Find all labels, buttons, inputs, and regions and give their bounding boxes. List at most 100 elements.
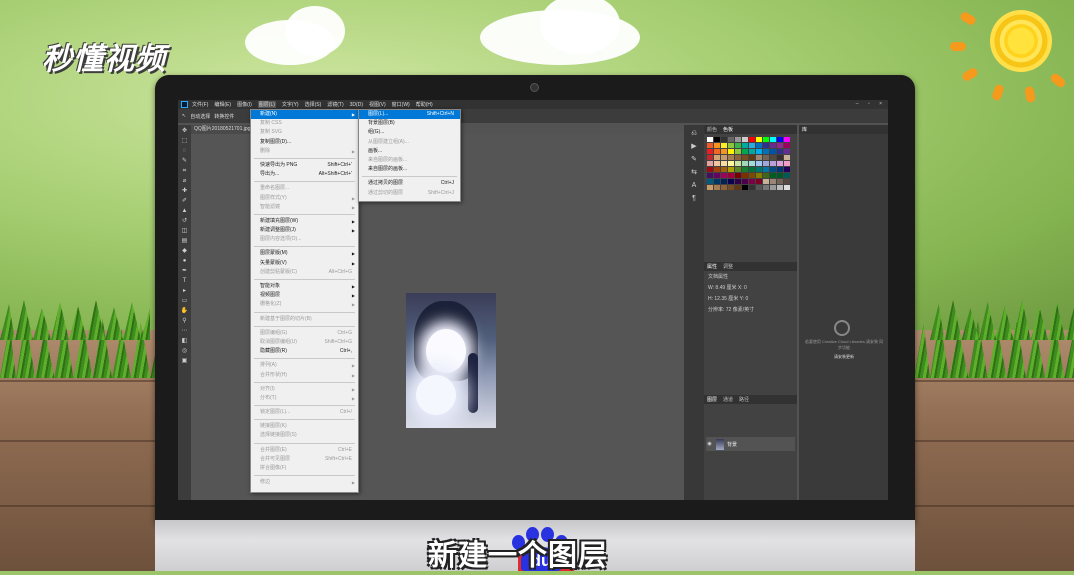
color-swatch[interactable]	[714, 179, 720, 184]
color-swatch[interactable]	[721, 173, 727, 178]
color-swatch[interactable]	[707, 185, 713, 190]
menu-edit[interactable]: 编辑(E)	[214, 101, 231, 108]
color-swatch[interactable]	[735, 173, 741, 178]
color-swatch[interactable]	[756, 179, 762, 184]
menu-filter[interactable]: 滤镜(T)	[327, 101, 343, 108]
color-swatch[interactable]	[742, 167, 748, 172]
color-swatch[interactable]	[728, 143, 734, 148]
window-controls[interactable]: ‒ ▫ ×	[856, 101, 886, 107]
color-swatch[interactable]	[777, 137, 783, 142]
color-swatch[interactable]	[721, 137, 727, 142]
dodge-tool-icon[interactable]: ●	[180, 258, 189, 265]
menu-view[interactable]: 视图(V)	[369, 101, 386, 108]
color-swatch[interactable]	[728, 167, 734, 172]
color-swatch[interactable]	[777, 143, 783, 148]
type-tool-icon[interactable]: T	[180, 278, 189, 285]
color-swatch[interactable]	[714, 161, 720, 166]
tab-layers[interactable]: 图层	[707, 396, 717, 403]
color-swatch[interactable]	[728, 173, 734, 178]
color-swatch[interactable]	[770, 143, 776, 148]
color-swatch[interactable]	[784, 155, 790, 160]
color-swatch[interactable]	[721, 167, 727, 172]
color-swatch[interactable]	[742, 161, 748, 166]
eye-icon[interactable]: ◉	[706, 441, 713, 447]
color-swatch[interactable]	[784, 185, 790, 190]
hand-tool-icon[interactable]: ✋	[180, 308, 189, 315]
color-swatch[interactable]	[749, 173, 755, 178]
color-swatch[interactable]	[742, 179, 748, 184]
quick-select-tool-icon[interactable]: ✎	[180, 158, 189, 165]
eyedropper-tool-icon[interactable]: ⌀	[180, 178, 189, 185]
new-submenu-item[interactable]: 组(G)...	[359, 128, 460, 137]
color-swatch[interactable]	[784, 167, 790, 172]
transform-controls-option[interactable]: 转换控件	[214, 113, 234, 120]
color-swatch[interactable]	[763, 137, 769, 142]
actions-panel-icon[interactable]: ▶	[688, 142, 700, 151]
color-swatch[interactable]	[707, 161, 713, 166]
layer-menu-item[interactable]: 新建调整图层(J) ▶	[251, 226, 358, 235]
layer-menu-item[interactable]: 矢量蒙版(V) ▶	[251, 259, 358, 268]
paragraph-panel-icon[interactable]: ¶	[688, 194, 700, 203]
color-swatch[interactable]	[728, 137, 734, 142]
color-swatch[interactable]	[742, 137, 748, 142]
blur-tool-icon[interactable]: ◆	[180, 248, 189, 255]
color-swatch[interactable]	[770, 179, 776, 184]
eraser-tool-icon[interactable]: ◫	[180, 228, 189, 235]
color-swatch[interactable]	[784, 179, 790, 184]
color-swatch[interactable]	[721, 143, 727, 148]
shape-tool-icon[interactable]: ▭	[180, 298, 189, 305]
color-swatch[interactable]	[735, 185, 741, 190]
color-swatch[interactable]	[756, 185, 762, 190]
new-submenu-item[interactable]: 通过拷贝的图层 Ctrl+J	[359, 179, 460, 188]
color-swatch[interactable]	[777, 161, 783, 166]
cc-install-link[interactable]: 请安装更新	[803, 354, 885, 360]
color-swatch-icon[interactable]: ◧	[180, 338, 189, 345]
color-swatch[interactable]	[777, 185, 783, 190]
color-swatch[interactable]	[756, 149, 762, 154]
color-swatch[interactable]	[707, 179, 713, 184]
color-swatch[interactable]	[756, 143, 762, 148]
new-submenu-item[interactable]: 来自图层的画板...	[359, 165, 460, 174]
color-swatch[interactable]	[763, 179, 769, 184]
color-swatch[interactable]	[728, 161, 734, 166]
adjust-panel-icon[interactable]: ⇆	[688, 168, 700, 177]
color-swatch[interactable]	[742, 173, 748, 178]
color-swatch[interactable]	[784, 143, 790, 148]
stamp-tool-icon[interactable]: ▲	[180, 208, 189, 215]
color-swatch[interactable]	[770, 137, 776, 142]
color-swatch[interactable]	[728, 155, 734, 160]
move-tool-icon[interactable]: ✥	[180, 128, 189, 135]
more-tools-icon[interactable]: ⋯	[180, 328, 189, 335]
swatch-grid[interactable]	[704, 134, 797, 193]
color-swatch[interactable]	[777, 149, 783, 154]
gradient-tool-icon[interactable]: ▤	[180, 238, 189, 245]
brush-tool-icon[interactable]: ✐	[180, 198, 189, 205]
color-swatch[interactable]	[707, 143, 713, 148]
color-swatch[interactable]	[721, 155, 727, 160]
menu-type[interactable]: 文字(Y)	[282, 101, 299, 108]
layer-menu-item[interactable]: 智能对象 ▶	[251, 282, 358, 291]
healing-tool-icon[interactable]: ✚	[180, 188, 189, 195]
color-swatch[interactable]	[714, 185, 720, 190]
tab-channels[interactable]: 通道	[723, 396, 733, 403]
color-swatch[interactable]	[763, 143, 769, 148]
color-swatch[interactable]	[756, 155, 762, 160]
color-swatch[interactable]	[784, 137, 790, 142]
menu-select[interactable]: 选择(S)	[305, 101, 322, 108]
color-swatch[interactable]	[770, 173, 776, 178]
color-swatch[interactable]	[707, 167, 713, 172]
layer-menu-item[interactable]: 复制图层(D)...	[251, 138, 358, 147]
color-swatch[interactable]	[763, 161, 769, 166]
color-swatch[interactable]	[721, 149, 727, 154]
marquee-tool-icon[interactable]: ⬚	[180, 138, 189, 145]
move-tool-icon[interactable]: ↖	[182, 113, 186, 119]
color-swatch[interactable]	[777, 155, 783, 160]
color-swatch[interactable]	[770, 155, 776, 160]
color-swatch[interactable]	[707, 149, 713, 154]
color-swatch[interactable]	[728, 185, 734, 190]
color-swatch[interactable]	[707, 137, 713, 142]
color-swatch[interactable]	[707, 173, 713, 178]
color-swatch[interactable]	[735, 167, 741, 172]
color-swatch[interactable]	[721, 179, 727, 184]
crop-tool-icon[interactable]: ⌗	[180, 168, 189, 175]
